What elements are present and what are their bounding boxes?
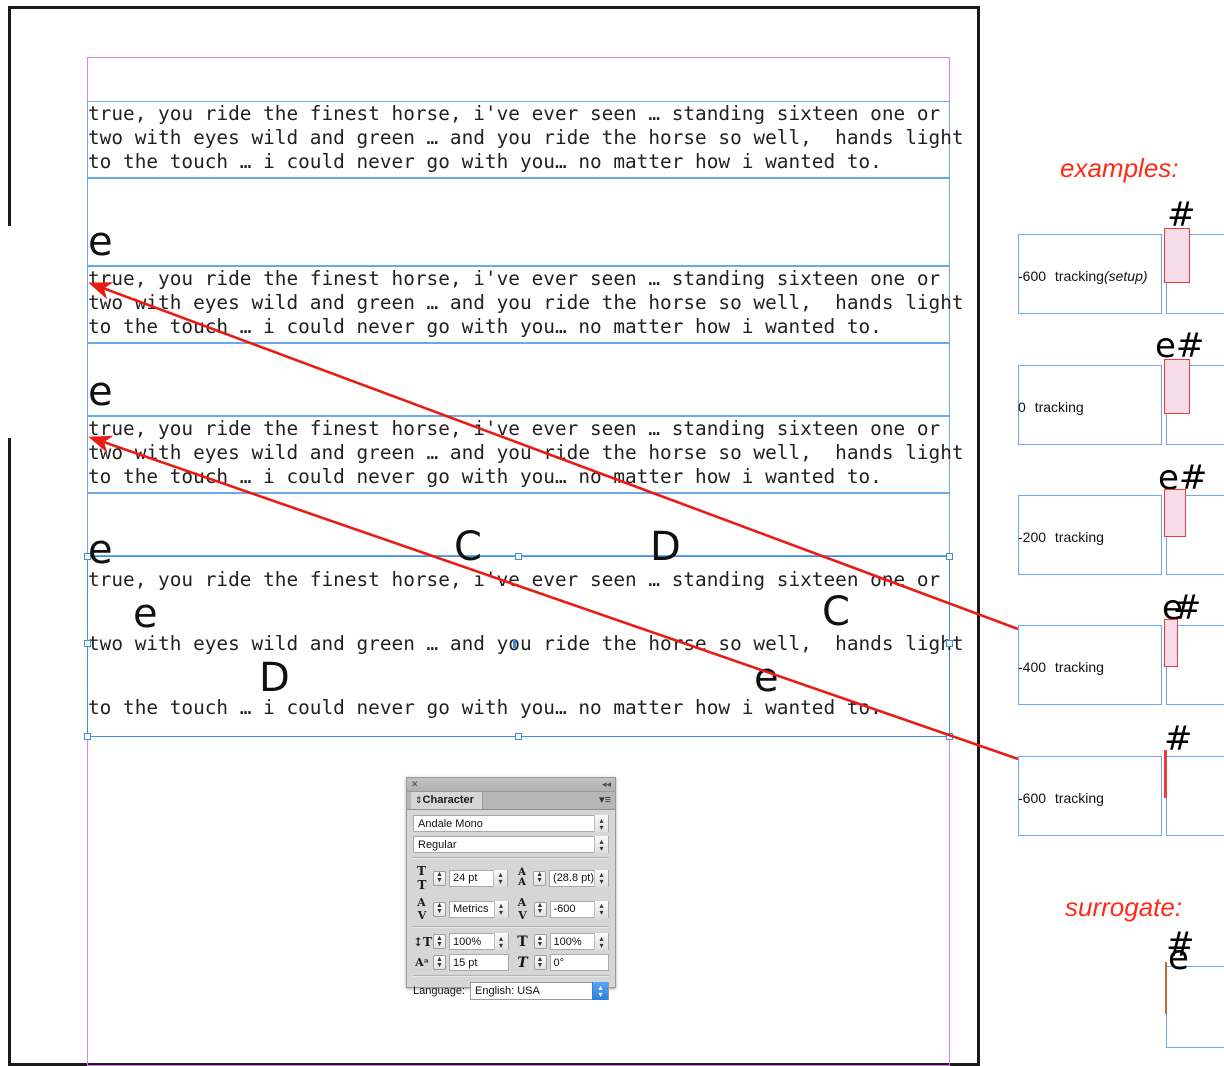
example-glyph-4: # [1164,719,1193,759]
example-box-4-preview [1166,756,1224,836]
example-tracking-4: -600 [1018,790,1047,806]
tracking-field[interactable]: -600 ▴ ▾ [549,900,609,918]
example-highlight-1 [1164,359,1190,414]
arrow-to-block-2 [88,282,1019,631]
skew-value: 0° [553,956,565,969]
horizontal-scale-spinner[interactable]: ▴ ▾ [594,933,608,950]
example-label-4: -600 tracking [1018,790,1104,806]
chevron-updown-icon: ⇕ [415,795,423,805]
example-glyph-1: e# [1155,326,1205,366]
kerning-tracking-row: A V ▲ ▼ Metrics ▴ ▾ A V ▲ ▼ -600 ▴ ▾ [413,896,609,922]
baseline-shift-stepper[interactable]: ▲ ▼ [433,955,446,970]
example-glyph-0: # [1167,195,1196,235]
horizontal-scale-stepper[interactable]: ▲ ▼ [533,934,547,949]
example-label-0: -600 tracking(setup) [1018,268,1148,284]
tab-character[interactable]: ⇕Character [411,792,483,809]
vertical-scale-field[interactable]: 100% ▴ ▾ [449,933,509,950]
tracking-spinner[interactable]: ▴ ▾ [594,900,608,918]
example-tracking-1: 0 [1018,399,1026,415]
baseline-shift-icon: Aᵃ [415,956,429,969]
horizontal-scale-field[interactable]: 100% ▴ ▾ [549,933,609,950]
example-highlight-2 [1164,489,1186,537]
tracking-stepper[interactable]: ▲ ▼ [533,901,547,917]
leading-value: (28.8 pt) [553,872,594,884]
kerning-field[interactable]: Metrics ▴ ▾ [449,900,509,918]
arrow-to-block-3 [88,435,1019,761]
vertical-scale-value: 100% [453,935,482,948]
leading-stepper[interactable]: ▲ ▼ [533,870,547,886]
leading-spinner[interactable]: ▴ ▾ [594,869,608,887]
example-tracking-2: -200 [1018,529,1047,545]
kerning-value: Metrics [453,903,489,915]
example-note-0: (setup) [1103,268,1148,284]
vertical-scale-spinner[interactable]: ▴ ▾ [493,933,508,950]
vertical-scale-icon: ↕T [413,934,432,949]
surrogate-glyph-bottom: e [1168,938,1189,978]
font-family-value: Andale Mono [418,817,483,830]
example-highlight-0 [1164,228,1190,283]
surrogate-heading: surrogate: [1065,892,1183,922]
baseline-shift-value: 15 pt [453,956,478,969]
font-size-value: 24 pt [453,872,478,884]
baseline-skew-row: Aᵃ ▲ ▼ 15 pt T ▲ ▼ 0° [413,954,609,971]
font-family-spinner[interactable]: ▴ ▾ [594,815,608,832]
example-tracking-0: -600 [1018,268,1047,284]
language-value: English: USA [475,985,540,997]
horizontal-scale-value: 100% [553,935,582,948]
character-panel[interactable]: ✕ ◂◂ ⇕Character ▾≡ Andale Mono ▴ ▾ Regula… [406,777,616,1000]
divider-1 [413,857,609,859]
example-tracking-3: -400 [1018,659,1047,675]
font-size-field[interactable]: 24 pt ▴ ▾ [449,869,509,887]
kerning-icon: A V [417,896,427,922]
example-unit-0: tracking [1054,268,1104,284]
baseline-shift-field[interactable]: 15 pt [449,954,509,971]
example-unit-1: tracking [1034,399,1084,415]
character-panel-titlebar[interactable]: ✕ ◂◂ [407,778,615,792]
tracking-icon: A V [517,896,528,922]
vertical-scale-stepper[interactable]: ▲ ▼ [433,934,446,949]
divider-3 [413,975,609,977]
collapse-icon[interactable]: ◂◂ [602,779,611,790]
example-highlight-3 [1164,619,1178,667]
scale-row: ↕T ▲ ▼ 100% ▴ ▾ T ▲ ▼ 100% ▴ ▾ [413,933,609,950]
font-size-stepper[interactable]: ▲ ▼ [433,870,446,886]
kerning-stepper[interactable]: ▲ ▼ [433,901,446,917]
font-style-spinner[interactable]: ▴ ▾ [594,836,608,853]
font-size-icon: T T [416,864,428,892]
example-label-3: -400 tracking [1018,659,1104,675]
skew-icon: T [517,954,528,971]
example-label-2: -200 tracking [1018,529,1104,545]
close-icon[interactable]: ✕ [411,779,419,790]
example-label-1: 0 tracking [1018,399,1084,415]
tracking-value: -600 [553,903,576,915]
surrogate-box [1166,966,1224,1048]
kerning-spinner[interactable]: ▴ ▾ [493,900,508,918]
font-style-field[interactable]: Regular ▴ ▾ [413,836,609,853]
skew-stepper[interactable]: ▲ ▼ [533,955,547,970]
font-family-field[interactable]: Andale Mono ▴ ▾ [413,815,609,832]
language-select-chevron-icon[interactable]: ▴ ▾ [592,982,608,1000]
example-unit-2: tracking [1054,529,1104,545]
language-select[interactable]: English: USA ▴ ▾ [470,982,609,1000]
font-size-spinner[interactable]: ▴ ▾ [493,869,508,887]
example-highlight-4 [1164,750,1167,798]
examples-heading: examples: [1060,153,1179,183]
example-unit-4: tracking [1054,790,1104,806]
divider-2 [413,926,609,928]
horizontal-scale-icon: T [517,933,528,950]
language-label: Language: [413,985,465,997]
leading-field[interactable]: (28.8 pt) ▴ ▾ [549,869,609,887]
panel-menu-icon[interactable]: ▾≡ [599,794,611,807]
font-style-value: Regular [418,838,457,851]
size-leading-row: T T ▲ ▼ 24 pt ▴ ▾ AA ▲ ▼ (28.8 pt) ▴ ▾ [413,864,609,892]
character-panel-tabrow: ⇕Character ▾≡ [407,792,615,810]
example-unit-3: tracking [1054,659,1104,675]
language-row: Language: English: USA ▴ ▾ [413,982,609,1000]
leading-icon: AA [518,867,526,888]
character-panel-body: Andale Mono ▴ ▾ Regular ▴ ▾ T T ▲ ▼ 24 pt ▴… [407,810,615,1000]
surrogate-highlight [1165,962,1167,1014]
skew-field[interactable]: 0° [549,954,609,971]
tab-character-label: Character [422,794,474,806]
